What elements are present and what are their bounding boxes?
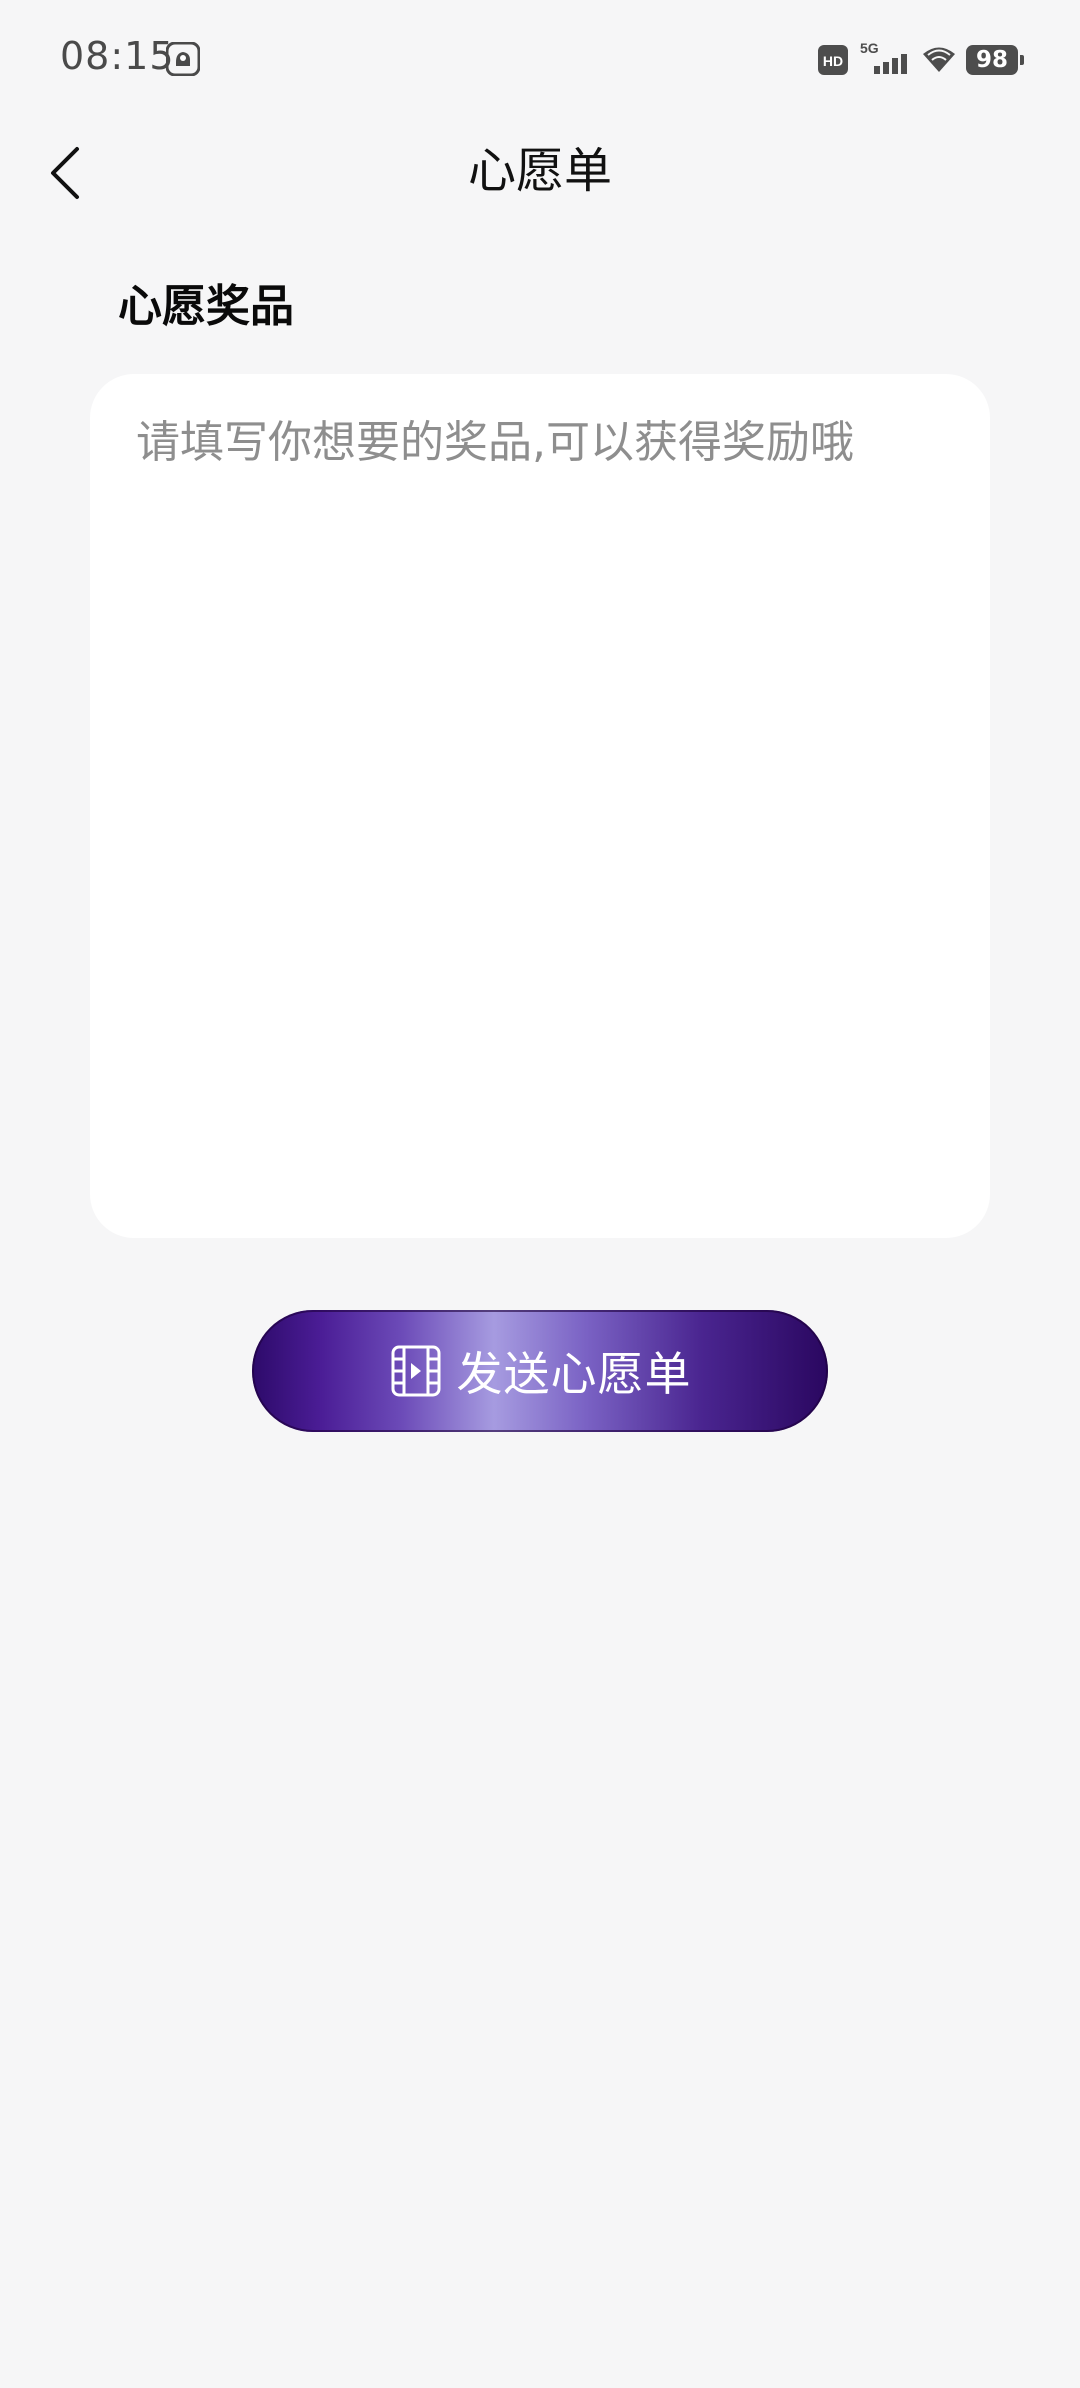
section-title: 心愿奖品 bbox=[118, 281, 294, 332]
status-time: 08:15 bbox=[60, 34, 175, 78]
hd-icon: HD bbox=[818, 45, 848, 75]
chevron-left-icon bbox=[51, 147, 79, 199]
wish-input-card bbox=[90, 374, 990, 1238]
wifi-icon bbox=[923, 47, 955, 72]
signal-5g-icon: 5G bbox=[860, 40, 907, 74]
header: 心愿单 bbox=[0, 118, 1080, 228]
page-title: 心愿单 bbox=[467, 143, 612, 199]
battery-icon: 98 bbox=[966, 45, 1024, 75]
send-wishlist-label: 发送心愿单 bbox=[456, 1347, 692, 1401]
film-play-icon bbox=[391, 1345, 440, 1397]
wish-input[interactable] bbox=[136, 414, 956, 1194]
screen: 08:15 HD 5G 98 心愿单 心愿奖品 请填写你想要的奖品,可以获得奖励… bbox=[0, 0, 1080, 2388]
battery-cap bbox=[1020, 55, 1024, 65]
status-bar: 08:15 HD 5G 98 bbox=[0, 0, 1080, 118]
app-notification-icon bbox=[166, 42, 200, 76]
svg-text:HD: HD bbox=[823, 53, 843, 69]
send-wishlist-button[interactable]: 发送心愿单 bbox=[252, 1310, 828, 1432]
svg-text:5G: 5G bbox=[860, 40, 879, 56]
battery-level: 98 bbox=[966, 45, 1018, 75]
back-button[interactable] bbox=[30, 128, 100, 218]
